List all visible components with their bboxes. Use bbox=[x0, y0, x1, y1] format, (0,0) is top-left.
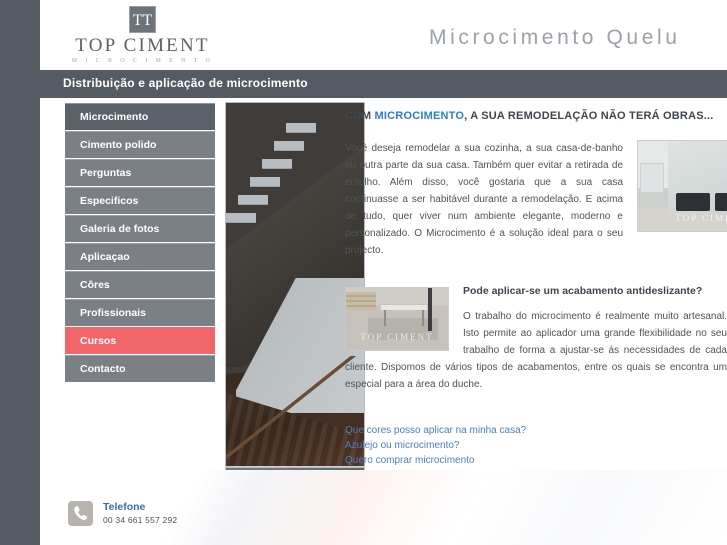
logo-wordmark: TOP CIMENT bbox=[75, 35, 210, 56]
staircase-skirting bbox=[226, 356, 364, 466]
main-heading-pre: COM bbox=[345, 110, 375, 122]
footer-strip: Telefone 00 34 661 557 292 bbox=[40, 470, 727, 545]
antislip-row: TOP CIMENT Pode aplicar-se um acabamento… bbox=[345, 285, 727, 393]
phone-icon bbox=[68, 501, 93, 526]
floor-post bbox=[428, 288, 432, 331]
floor-bench bbox=[380, 304, 428, 311]
sidebar-item-galeria-de-fotos[interactable]: Galeria de fotos bbox=[65, 215, 215, 242]
slogan-text: Distribuição e aplicação de microcimento bbox=[63, 76, 308, 90]
site-header: TT TOP CIMENT M I C R O C I M E N T O Mi… bbox=[40, 0, 727, 70]
living-window bbox=[640, 163, 664, 193]
phone-number: 00 34 661 557 292 bbox=[103, 515, 178, 525]
page-body: TT TOP CIMENT M I C R O C I M E N T O Mi… bbox=[40, 0, 727, 545]
floor-bench-photo: TOP CIMENT bbox=[345, 287, 449, 351]
intro-paragraph: Você deseja remodelar a sua cozinha, a s… bbox=[345, 143, 623, 256]
intro-row: TOP CIMENT Você deseja remodelar a sua c… bbox=[345, 140, 727, 259]
sidebar-nav: Microcimento Cimento polido Perguntas Espec… bbox=[65, 103, 215, 383]
question-link-1[interactable]: Que cores posso aplicar na minha casa? bbox=[345, 423, 727, 438]
sidebar-item-c-res[interactable]: Côres bbox=[65, 271, 215, 298]
floor-wall-strip bbox=[346, 292, 376, 310]
sidebar-item-cursos[interactable]: Cursos bbox=[65, 327, 215, 354]
staircase-steps bbox=[226, 109, 322, 239]
logo-tagline: M I C R O C I M E N T O bbox=[71, 58, 214, 64]
main-heading-keyword[interactable]: MICROCIMENTO bbox=[375, 110, 465, 122]
browser-viewport: TT TOP CIMENT M I C R O C I M E N T O Mi… bbox=[0, 0, 727, 545]
photo-watermark: TOP CIMENT bbox=[360, 332, 434, 342]
sidebar-item-perguntas[interactable]: Perguntas bbox=[65, 159, 215, 186]
question-link-3[interactable]: Quero comprar microcimento bbox=[345, 453, 727, 468]
site-logo[interactable]: TT TOP CIMENT M I C R O C I M E N T O bbox=[70, 6, 215, 64]
phone-glyph bbox=[74, 506, 88, 521]
phone-label: Telefone bbox=[103, 501, 146, 513]
sidebar-item-contacto[interactable]: Contacto bbox=[65, 355, 215, 382]
main-heading-post: , A SUA REMODELAÇÃO NÃO TERÁ OBRAS... bbox=[464, 110, 714, 122]
logo-monogram-icon: TT bbox=[129, 6, 156, 33]
sidebar-item-aplica-ao[interactable]: Aplicaçao bbox=[65, 243, 215, 270]
sidebar-item-cimento-polido[interactable]: Cimento polido bbox=[65, 131, 215, 158]
slogan-bar: Distribuição e aplicação de microcimento bbox=[40, 70, 727, 98]
sidebar-item-profissionais[interactable]: Profissionais bbox=[65, 299, 215, 326]
phone-text: Telefone 00 34 661 557 292 bbox=[103, 501, 177, 526]
bench-leg-left bbox=[384, 310, 386, 326]
living-sofa-left bbox=[676, 193, 710, 211]
bench-leg-right bbox=[422, 310, 424, 326]
main-heading: COM MICROCIMENTO, A SUA REMODELAÇÃO NÃO … bbox=[345, 110, 727, 122]
staircase-photo bbox=[226, 103, 364, 466]
sidebar-item-microcimento[interactable]: Microcimento bbox=[65, 103, 215, 130]
phone-block[interactable]: Telefone 00 34 661 557 292 bbox=[68, 501, 177, 526]
photo-watermark: TOP CIMENT bbox=[675, 213, 727, 223]
sidebar-item-especificos[interactable]: Especificos bbox=[65, 187, 215, 214]
question-link-2[interactable]: Azulejo ou microcimento? bbox=[345, 438, 727, 453]
living-sofa-right bbox=[715, 193, 727, 211]
living-room-photo: TOP CIMENT bbox=[637, 140, 727, 232]
page-title: Microcimento Quelu bbox=[429, 26, 681, 49]
